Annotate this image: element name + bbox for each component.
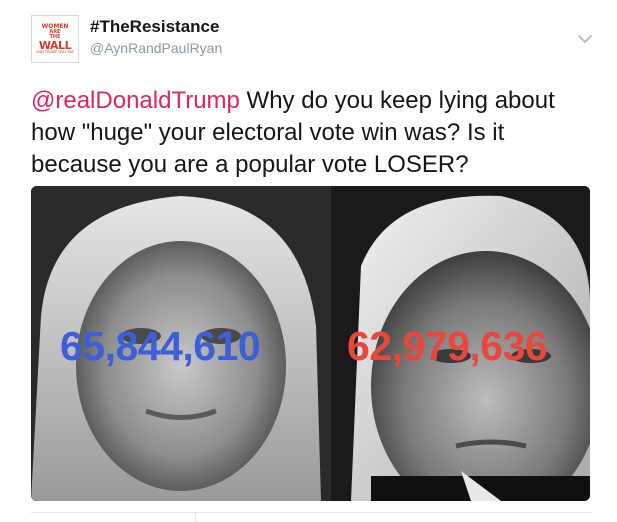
vote-count-right: 62,979,636 [347,323,548,369]
divider [31,512,591,513]
divider-tick [195,512,196,522]
tweet-card: WOMEN ARE THE WALL AND TRUMP WILL PAY #T… [0,0,617,522]
chevron-down-icon[interactable] [577,33,593,45]
avatar-text-line5: AND TRUMP WILL PAY [36,49,74,54]
vote-count-left: 65,844,610 [60,323,261,369]
avatar[interactable]: WOMEN ARE THE WALL AND TRUMP WILL PAY [31,15,79,63]
display-name[interactable]: #TheResistance [90,17,219,37]
tweet-text: @realDonaldTrump Why do you keep lying a… [31,85,601,181]
user-handle[interactable]: @AynRandPaulRyan [90,40,222,56]
mention-link[interactable]: @realDonaldTrump [31,87,240,114]
